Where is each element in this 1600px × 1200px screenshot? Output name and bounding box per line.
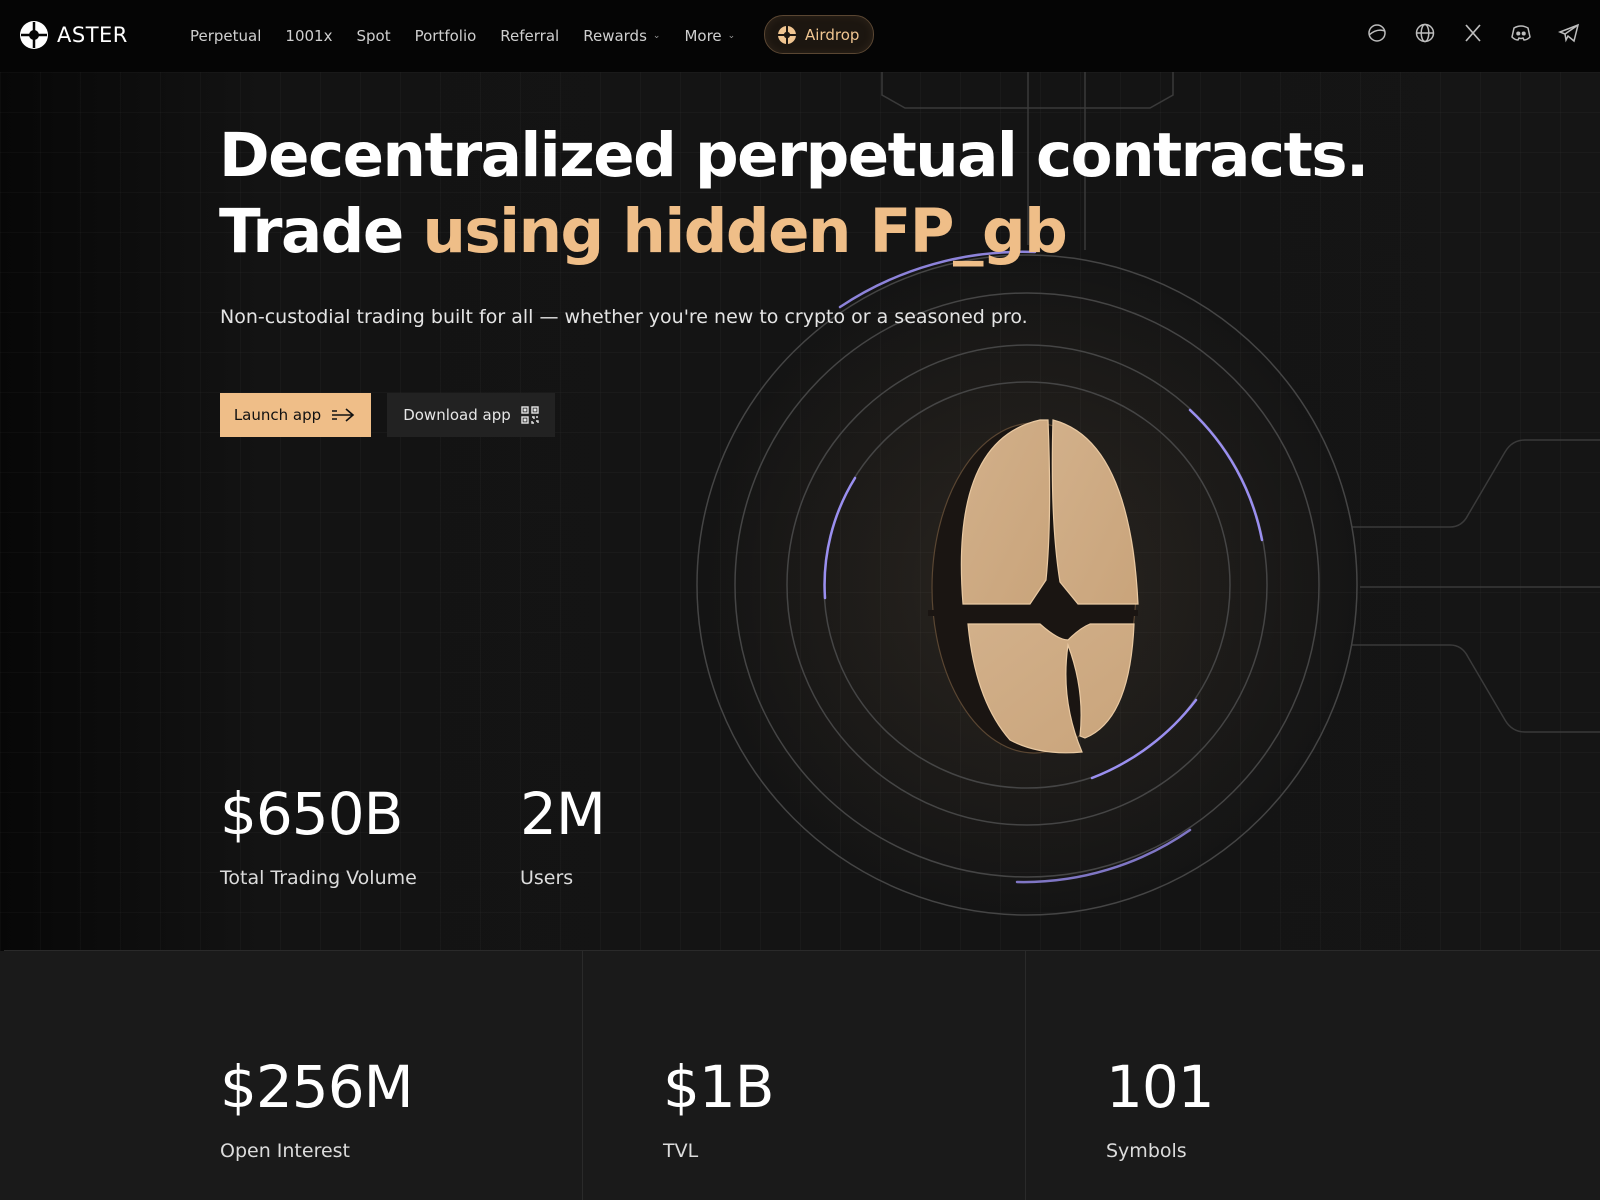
stat-open-interest-value: $256M xyxy=(220,1053,414,1121)
hero-title: Decentralized perpetual contracts. Trade… xyxy=(219,118,1369,270)
download-app-label: Download app xyxy=(403,406,511,424)
stat-tvl-value: $1B xyxy=(663,1053,775,1121)
chevron-down-icon: ⌄ xyxy=(727,31,736,41)
nav-1001x[interactable]: 1001x xyxy=(285,27,332,45)
nav-perpetual[interactable]: Perpetual xyxy=(190,27,261,45)
nav-1001x-label: 1001x xyxy=(285,27,333,45)
telegram-icon[interactable] xyxy=(1557,22,1580,44)
stats-divider xyxy=(4,950,1600,951)
nav-spot[interactable]: Spot xyxy=(356,27,390,45)
social-links xyxy=(1366,22,1580,44)
nav-referral[interactable]: Referral xyxy=(500,27,559,45)
stat-tvl-label: TVL xyxy=(663,1140,699,1162)
stat-open-interest-label: Open Interest xyxy=(220,1140,351,1162)
nav-portfolio[interactable]: Portfolio xyxy=(415,27,477,45)
arrow-right-icon xyxy=(332,408,355,422)
stat-symbols-value: 101 xyxy=(1106,1053,1215,1121)
nav-links: Perpetual 1001x Spot Portfolio Referral … xyxy=(190,0,735,72)
chevron-down-icon: ⌄ xyxy=(652,31,661,41)
top-nav: ASTER Perpetual 1001x Spot Portfolio Ref… xyxy=(0,0,1600,72)
stat-total-volume-label: Total Trading Volume xyxy=(220,867,417,889)
brand-name: ASTER xyxy=(57,23,128,47)
hero-title-line2-accent: using hidden FP_gb xyxy=(422,196,1067,267)
launch-app-label: Launch app xyxy=(233,406,322,424)
nav-referral-label: Referral xyxy=(500,27,560,45)
hero-title-line2-prefix: Trade xyxy=(219,196,423,267)
nav-perpetual-label: Perpetual xyxy=(190,27,262,45)
nav-rewards-dropdown[interactable]: Rewards ⌄ xyxy=(583,27,660,45)
nav-spot-label: Spot xyxy=(356,27,391,45)
launch-app-button[interactable]: Launch app xyxy=(220,393,371,437)
download-app-button[interactable]: Download app xyxy=(387,393,555,437)
stat-symbols-label: Symbols xyxy=(1106,1140,1187,1162)
stat-total-volume-value: $650B xyxy=(220,780,403,848)
stats-divider xyxy=(582,950,583,1200)
discord-icon[interactable] xyxy=(1510,22,1532,44)
aster-logo-icon xyxy=(20,21,48,49)
qr-code-icon xyxy=(521,406,539,424)
nav-rewards-label: Rewards xyxy=(583,27,647,45)
stat-users-label: Users xyxy=(520,867,574,889)
airdrop-button[interactable]: Airdrop xyxy=(764,15,875,54)
planet-icon[interactable] xyxy=(1366,22,1388,44)
brand-logo[interactable]: ASTER xyxy=(19,20,128,50)
hero-title-line1: Decentralized perpetual contracts. xyxy=(219,120,1369,191)
airdrop-label: Airdrop xyxy=(805,25,860,44)
hero-subtitle: Non-custodial trading built for all — wh… xyxy=(220,306,1028,328)
stats-divider xyxy=(1025,950,1026,1200)
aster-airdrop-icon xyxy=(778,25,796,44)
stat-users-value: 2M xyxy=(520,780,606,848)
x-icon[interactable] xyxy=(1462,22,1484,44)
nav-more-label: More xyxy=(684,27,722,45)
globe-icon[interactable] xyxy=(1414,22,1436,44)
nav-more-dropdown[interactable]: More ⌄ xyxy=(684,27,735,45)
nav-portfolio-label: Portfolio xyxy=(414,27,477,45)
